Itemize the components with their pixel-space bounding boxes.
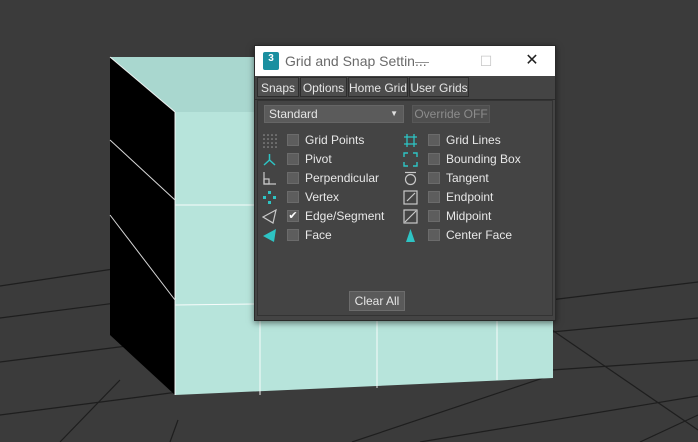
snap-row-perpendicular[interactable]: Perpendicular xyxy=(262,169,392,188)
face-label: Face xyxy=(305,228,332,242)
endpoint-label: Endpoint xyxy=(446,190,494,204)
snap-row-vertex[interactable]: Vertex xyxy=(262,188,392,207)
chevron-down-icon: ▼ xyxy=(390,109,398,118)
snap-row-grid-points[interactable]: Grid Points xyxy=(262,131,392,150)
snap-row-pivot[interactable]: Pivot xyxy=(262,150,392,169)
grid-points-label: Grid Points xyxy=(305,133,365,147)
perpendicular-icon xyxy=(263,172,276,185)
bounding-box-checkbox[interactable] xyxy=(428,153,440,165)
vertex-checkbox[interactable] xyxy=(287,191,299,203)
endpoint-icon xyxy=(403,190,418,205)
tab-bar: Snaps Options Home Grid User Grids xyxy=(255,77,555,100)
vertex-icon xyxy=(263,191,276,204)
perpendicular-checkbox[interactable] xyxy=(287,172,299,184)
edge-segment-icon xyxy=(262,209,277,224)
midpoint-label: Midpoint xyxy=(446,209,492,223)
face-icon xyxy=(263,229,276,242)
center-face-icon xyxy=(406,229,415,242)
tab-home-grid[interactable]: Home Grid xyxy=(348,77,408,97)
title-bar[interactable]: 3 Grid and Snap Settin... — ☐ ✕ xyxy=(255,46,555,76)
perpendicular-label: Perpendicular xyxy=(305,171,380,185)
vertex-label: Vertex xyxy=(305,190,340,204)
edge-segment-label: Edge/Segment xyxy=(305,209,385,223)
edge-segment-checkbox[interactable]: ✔ xyxy=(287,210,299,222)
grid-lines-icon xyxy=(404,134,417,147)
endpoint-checkbox[interactable] xyxy=(428,191,440,203)
center-face-checkbox[interactable] xyxy=(428,229,440,241)
snaps-panel: Standard ▼ Override OFF Grid Points Pivo… xyxy=(255,100,555,320)
center-face-label: Center Face xyxy=(446,228,513,242)
snap-row-bounding-box[interactable]: Bounding Box xyxy=(403,150,533,169)
clear-all-button[interactable]: Clear All xyxy=(349,291,405,311)
pivot-icon xyxy=(263,154,276,166)
pivot-checkbox[interactable] xyxy=(287,153,299,165)
tab-user-grids[interactable]: User Grids xyxy=(409,77,469,97)
snap-preset-value: Standard xyxy=(269,107,318,121)
snap-row-tangent[interactable]: Tangent xyxy=(403,169,533,188)
grid-lines-label: Grid Lines xyxy=(446,133,501,147)
snap-preset-dropdown[interactable]: Standard ▼ xyxy=(264,105,404,123)
snap-row-endpoint[interactable]: Endpoint xyxy=(403,188,533,207)
app-icon: 3 xyxy=(263,52,279,70)
bounding-box-icon xyxy=(403,152,418,167)
override-button[interactable]: Override OFF xyxy=(412,105,490,123)
tangent-label: Tangent xyxy=(446,171,489,185)
snap-row-grid-lines[interactable]: Grid Lines xyxy=(403,131,533,150)
minimize-button[interactable]: — xyxy=(405,46,439,76)
grid-points-checkbox[interactable] xyxy=(287,134,299,146)
tab-snaps[interactable]: Snaps xyxy=(257,77,299,97)
snaps-panel-body: Standard ▼ Override OFF Grid Points Pivo… xyxy=(257,100,553,316)
midpoint-checkbox[interactable] xyxy=(428,210,440,222)
pivot-label: Pivot xyxy=(305,152,332,166)
snap-row-midpoint[interactable]: Midpoint xyxy=(403,207,533,226)
close-button[interactable]: ✕ xyxy=(515,46,549,76)
grid-snap-settings-dialog: 3 Grid and Snap Settin... — ☐ ✕ Snaps Op… xyxy=(254,45,556,321)
snap-row-edge-segment[interactable]: ✔ Edge/Segment xyxy=(262,207,392,226)
tangent-icon xyxy=(404,171,417,186)
tangent-checkbox[interactable] xyxy=(428,172,440,184)
snap-row-face[interactable]: Face xyxy=(262,226,392,245)
box-left-face xyxy=(110,57,175,395)
grid-lines-checkbox[interactable] xyxy=(428,134,440,146)
midpoint-icon xyxy=(403,209,418,224)
face-checkbox[interactable] xyxy=(287,229,299,241)
snap-row-center-face[interactable]: Center Face xyxy=(403,226,533,245)
tab-options[interactable]: Options xyxy=(300,77,347,97)
maximize-button[interactable]: ☐ xyxy=(469,46,503,76)
bounding-box-label: Bounding Box xyxy=(446,152,521,166)
grid-points-icon xyxy=(263,134,277,148)
